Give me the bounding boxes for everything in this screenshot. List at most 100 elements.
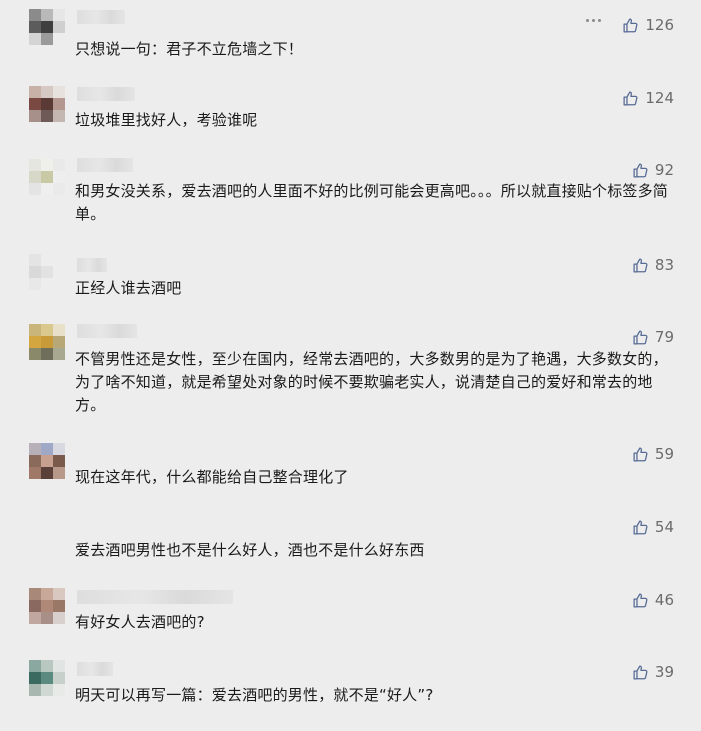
avatar[interactable] — [29, 254, 65, 290]
nickname-blurred[interactable] — [77, 87, 135, 101]
comment-text: 爱去酒吧男性也不是什么好人，酒也不是什么好东西 — [75, 541, 425, 559]
avatar-mosaic-cell — [41, 21, 53, 33]
avatar-mosaic-cell — [41, 467, 53, 479]
avatar-mosaic-cell — [29, 9, 41, 21]
avatar-mosaic-cell — [41, 254, 53, 266]
avatar-mosaic-cell — [41, 278, 53, 290]
avatar[interactable] — [29, 9, 65, 45]
avatar-mosaic-cell — [41, 324, 53, 336]
avatar-mosaic-cell — [41, 612, 53, 624]
avatar-mosaic-cell — [53, 159, 65, 171]
nickname-blurred[interactable] — [77, 324, 137, 338]
like-button[interactable]: 124 — [622, 89, 674, 107]
avatar-mosaic-cell — [53, 540, 65, 552]
nickname-blurred[interactable] — [77, 258, 107, 272]
avatar-mosaic-cell — [41, 528, 53, 540]
avatar-mosaic-cell — [41, 171, 53, 183]
comment-text: 正经人谁去酒吧 — [75, 279, 182, 297]
thumbs-up-icon — [633, 446, 648, 462]
avatar-mosaic-cell — [41, 9, 53, 21]
avatar-mosaic-cell — [53, 455, 65, 467]
avatar-mosaic-cell — [53, 266, 65, 278]
avatar-mosaic-cell — [29, 455, 41, 467]
avatar-mosaic-cell — [53, 516, 65, 528]
avatar-mosaic-cell — [29, 516, 41, 528]
avatar-mosaic-cell — [29, 278, 41, 290]
avatar-mosaic-cell — [29, 600, 41, 612]
like-button[interactable]: 59 — [632, 445, 674, 463]
comment-text: 有好女人去酒吧的? — [75, 613, 205, 631]
like-button[interactable]: 54 — [632, 518, 674, 536]
avatar-mosaic-cell — [41, 684, 53, 696]
avatar-mosaic-cell — [41, 443, 53, 455]
avatar-mosaic-cell — [53, 528, 65, 540]
thumbs-up-icon — [633, 257, 648, 273]
avatar-mosaic-cell — [41, 540, 53, 552]
avatar-mosaic-cell — [29, 21, 41, 33]
avatar[interactable] — [29, 324, 65, 360]
like-button[interactable]: 46 — [632, 591, 674, 609]
avatar-mosaic-cell — [53, 98, 65, 110]
like-button[interactable]: 39 — [632, 663, 674, 681]
avatar-mosaic-cell — [41, 600, 53, 612]
avatar-mosaic-cell — [29, 33, 41, 45]
nickname-blurred[interactable] — [77, 10, 125, 24]
thumbs-up-icon — [633, 664, 648, 680]
avatar-mosaic-cell — [53, 278, 65, 290]
thumbs-up-icon — [623, 17, 638, 33]
like-count: 54 — [654, 518, 674, 536]
avatar-mosaic-cell — [29, 159, 41, 171]
avatar-mosaic-cell — [29, 110, 41, 122]
avatar-mosaic-cell — [53, 612, 65, 624]
avatar[interactable] — [29, 660, 65, 696]
avatar[interactable] — [29, 86, 65, 122]
comment-text: 和男女没关系，爱去酒吧的人里面不好的比例可能会更高吧。。。所以就直接贴个标签多简… — [75, 182, 669, 223]
nickname-blurred[interactable] — [77, 662, 113, 676]
thumbs-up-icon — [633, 519, 648, 535]
comment-text: 现在这年代，什么都能给自己整合理化了 — [75, 468, 349, 486]
avatar[interactable] — [29, 588, 65, 624]
avatar-mosaic-cell — [53, 348, 65, 360]
avatar-mosaic-cell — [29, 86, 41, 98]
avatar-mosaic-cell — [53, 86, 65, 98]
avatar-mosaic-cell — [53, 600, 65, 612]
like-count: 92 — [654, 161, 674, 179]
avatar-mosaic-cell — [41, 660, 53, 672]
nickname-blurred[interactable] — [77, 158, 133, 172]
avatar-mosaic-cell — [53, 33, 65, 45]
comment-text: 不管男性还是女性，至少在国内，经常去酒吧的，大多数男的是为了艳遇，大多数女的，为… — [75, 350, 668, 414]
avatar-mosaic-cell — [29, 588, 41, 600]
avatar-mosaic-cell — [29, 183, 41, 195]
avatar-mosaic-cell — [41, 672, 53, 684]
avatar-mosaic-cell — [53, 672, 65, 684]
nickname-blurred[interactable] — [77, 590, 233, 604]
like-button[interactable]: 92 — [632, 161, 674, 179]
avatar-mosaic-cell — [53, 443, 65, 455]
avatar-mosaic-cell — [29, 672, 41, 684]
avatar-mosaic-cell — [53, 588, 65, 600]
avatar-mosaic-cell — [41, 336, 53, 348]
avatar-mosaic-cell — [41, 455, 53, 467]
avatar-mosaic-cell — [29, 684, 41, 696]
avatar-mosaic-cell — [41, 110, 53, 122]
like-button[interactable]: 83 — [632, 256, 674, 274]
avatar-mosaic-cell — [29, 98, 41, 110]
like-button[interactable]: 126 — [622, 16, 674, 34]
avatar-mosaic-cell — [29, 171, 41, 183]
avatar-mosaic-cell — [41, 98, 53, 110]
avatar-mosaic-cell — [29, 528, 41, 540]
thumbs-up-icon — [633, 592, 648, 608]
avatar[interactable] — [29, 443, 65, 479]
avatar[interactable] — [29, 516, 65, 552]
avatar-mosaic-cell — [41, 588, 53, 600]
like-count: 46 — [654, 591, 674, 609]
more-options-icon[interactable] — [586, 19, 601, 22]
avatar[interactable] — [29, 159, 65, 195]
like-count: 59 — [654, 445, 674, 463]
avatar-mosaic-cell — [41, 33, 53, 45]
like-count: 79 — [654, 328, 674, 346]
avatar-mosaic-cell — [29, 348, 41, 360]
avatar-mosaic-cell — [53, 171, 65, 183]
like-button[interactable]: 79 — [632, 328, 674, 346]
avatar-mosaic-cell — [29, 324, 41, 336]
